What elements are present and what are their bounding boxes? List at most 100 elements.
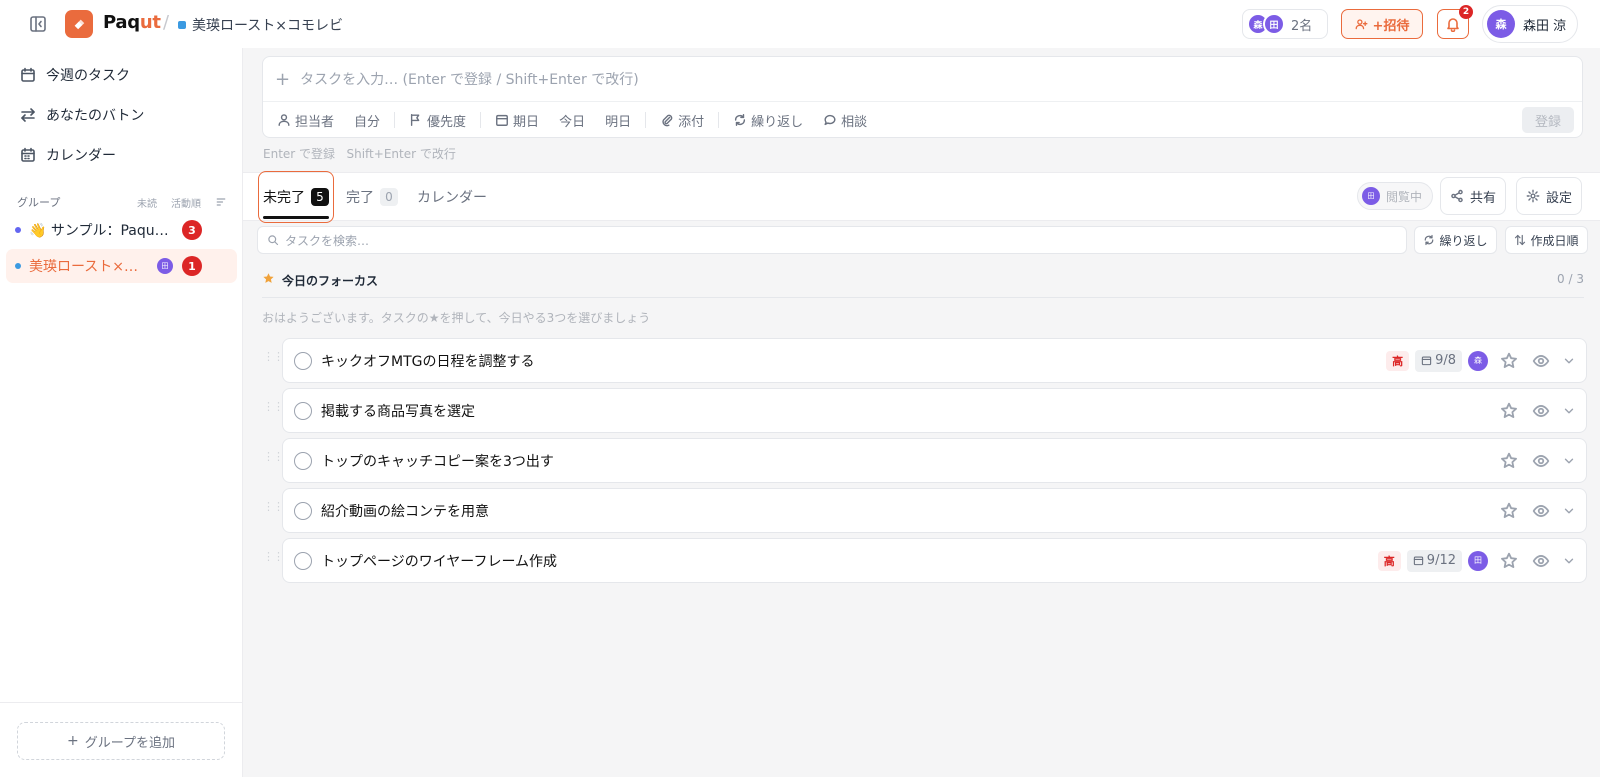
eye-icon[interactable] xyxy=(1532,552,1550,570)
priority-tool[interactable]: 優先度 xyxy=(409,111,466,130)
task-checkbox[interactable] xyxy=(294,402,312,420)
unread-badge: 1 xyxy=(182,256,202,276)
repeat-tool[interactable]: 繰り返し xyxy=(733,111,803,130)
sort-activity-option[interactable]: 活動順 xyxy=(171,195,201,210)
sidebar-group-biei[interactable]: 美瑛ロースト×… 田 1 xyxy=(6,249,237,283)
task-row[interactable]: ⋮⋮ キックオフMTGの日程を調整する 高 9/8 森 xyxy=(263,338,1587,383)
eye-icon[interactable] xyxy=(1532,502,1550,520)
tab-calendar[interactable]: カレンダー xyxy=(417,173,487,220)
attach-tool[interactable]: 添付 xyxy=(660,111,704,130)
plus-icon: + xyxy=(67,733,79,749)
task-row[interactable]: ⋮⋮ トップページのワイヤーフレーム作成 高 9/12 田 xyxy=(263,538,1587,583)
priority-badge: 高 xyxy=(1377,550,1401,571)
notifications-button[interactable]: 2 xyxy=(1437,5,1473,39)
assignee-avatar[interactable]: 森 xyxy=(1468,350,1488,371)
star-icon[interactable] xyxy=(1500,402,1518,420)
task-input[interactable]: + タスクを入力… (Enter で登録 / Shift+Enter で改行) xyxy=(263,57,1582,102)
breadcrumb[interactable]: 美瑛ロースト×コモレビ xyxy=(178,15,343,35)
chevron-down-icon[interactable] xyxy=(1562,402,1576,420)
tab-bar: 未完了 5 完了 0 カレンダー 田 閲覧中 共有 設定 xyxy=(243,171,1600,223)
star-icon[interactable] xyxy=(1500,352,1518,370)
assign-me-label: 自分 xyxy=(354,114,381,130)
eye-icon[interactable] xyxy=(1532,452,1550,470)
chat-icon xyxy=(824,114,836,126)
due-tomorrow-chip[interactable]: 明日 xyxy=(605,111,631,130)
breadcrumb-separator: / xyxy=(163,12,170,33)
drag-handle-icon[interactable]: ⋮⋮ xyxy=(263,351,284,362)
assignee-avatar[interactable]: 田 xyxy=(1468,550,1488,571)
add-group-label: グループを追加 xyxy=(84,735,175,751)
settings-button[interactable]: 設定 xyxy=(1516,177,1582,215)
due-today-chip[interactable]: 今日 xyxy=(559,111,585,130)
sidebar-item-baton[interactable]: あなたのバトン xyxy=(20,103,144,127)
members-button[interactable]: 森 田 2名 xyxy=(1242,9,1328,39)
consult-label: 相談 xyxy=(841,114,868,130)
group-section-title: グループ xyxy=(17,196,61,209)
add-group-button[interactable]: + グループを追加 xyxy=(17,722,225,760)
drag-handle-icon[interactable]: ⋮⋮ xyxy=(263,551,284,562)
paperclip-icon xyxy=(662,114,673,127)
divider xyxy=(718,112,720,128)
eye-icon[interactable] xyxy=(1532,352,1550,370)
sort-unread-option[interactable]: 未読 xyxy=(137,195,157,210)
star-icon[interactable] xyxy=(1500,552,1518,570)
task-actions xyxy=(1500,439,1586,482)
logo-icon[interactable] xyxy=(65,10,93,38)
sidebar-group-sample[interactable]: 👋 サンプル：Paqu… 3 xyxy=(6,213,237,247)
chevron-down-icon[interactable] xyxy=(1562,552,1576,570)
task-title: 掲載する商品写真を選定 xyxy=(321,404,475,420)
group-dot xyxy=(15,227,21,233)
star-icon[interactable] xyxy=(1500,502,1518,520)
task-row[interactable]: ⋮⋮ 掲載する商品写真を選定 xyxy=(263,388,1587,433)
calendar-grid-icon xyxy=(21,147,35,162)
chevron-down-icon[interactable] xyxy=(1562,502,1576,520)
task-title: キックオフMTGの日程を調整する xyxy=(321,354,535,370)
task-row[interactable]: ⋮⋮ トップのキャッチコピー案を3つ出す xyxy=(263,438,1587,483)
group-dot xyxy=(15,263,21,269)
due-tool[interactable]: 期日 xyxy=(495,111,539,130)
user-menu[interactable]: 森 森田 涼 xyxy=(1482,5,1578,43)
drag-handle-icon[interactable]: ⋮⋮ xyxy=(263,501,284,512)
top-bar: Paqut / 美瑛ロースト×コモレビ 森 田 2名 +招待 2 森 森田 涼 xyxy=(0,0,1600,48)
user-icon xyxy=(278,114,290,126)
drag-handle-icon[interactable]: ⋮⋮ xyxy=(263,451,284,462)
tab-incomplete[interactable]: 未完了 5 xyxy=(258,171,334,223)
invite-label: +招待 xyxy=(1372,18,1410,34)
sidebar-item-this-week[interactable]: 今週のタスク xyxy=(20,63,130,87)
hint-shift: Shift+Enter で改行 xyxy=(346,147,456,161)
tab-complete[interactable]: 完了 0 xyxy=(346,173,398,220)
task-checkbox[interactable] xyxy=(294,502,312,520)
assignee-tool[interactable]: 担当者 xyxy=(277,111,334,130)
share-button[interactable]: 共有 xyxy=(1440,177,1506,215)
calendar-icon xyxy=(1413,556,1423,566)
chevron-down-icon[interactable] xyxy=(1562,452,1576,470)
task-checkbox[interactable] xyxy=(294,352,312,370)
invite-button[interactable]: +招待 xyxy=(1341,9,1423,39)
sidebar-item-label: カレンダー xyxy=(46,148,116,164)
gear-icon xyxy=(1526,189,1540,203)
due-date-chip[interactable]: 9/12 xyxy=(1406,549,1462,572)
task-checkbox[interactable] xyxy=(294,552,312,570)
task-row[interactable]: ⋮⋮ 紹介動画の絵コンテを用意 xyxy=(263,488,1587,533)
repeat-filter-button[interactable]: 繰り返し xyxy=(1414,226,1497,254)
chevron-down-icon[interactable] xyxy=(1562,352,1576,370)
drag-handle-icon[interactable]: ⋮⋮ xyxy=(263,401,284,412)
star-filled-icon xyxy=(263,273,274,283)
task-checkbox[interactable] xyxy=(294,452,312,470)
assign-me-chip[interactable]: 自分 xyxy=(354,111,380,130)
task-search-input[interactable]: タスクを検索… xyxy=(257,226,1407,254)
swap-icon xyxy=(21,108,35,122)
filter-list-icon[interactable] xyxy=(215,196,227,208)
sort-button[interactable]: 作成日順 xyxy=(1505,226,1588,254)
task-actions xyxy=(1500,389,1586,432)
task-input-placeholder: タスクを入力… (Enter で登録 / Shift+Enter で改行) xyxy=(300,72,639,88)
sidebar-toggle-icon[interactable] xyxy=(28,14,48,34)
due-date-chip[interactable]: 9/8 xyxy=(1415,349,1462,372)
sidebar-item-calendar[interactable]: カレンダー xyxy=(20,143,116,167)
star-icon[interactable] xyxy=(1500,452,1518,470)
consult-tool[interactable]: 相談 xyxy=(823,111,867,130)
register-button[interactable]: 登録 xyxy=(1522,107,1574,133)
eye-icon[interactable] xyxy=(1532,402,1550,420)
focus-hint: おはようございます。タスクの★を押して、今日やる3つを選びましょう xyxy=(262,311,651,325)
repeat-label: 繰り返し xyxy=(751,114,804,130)
